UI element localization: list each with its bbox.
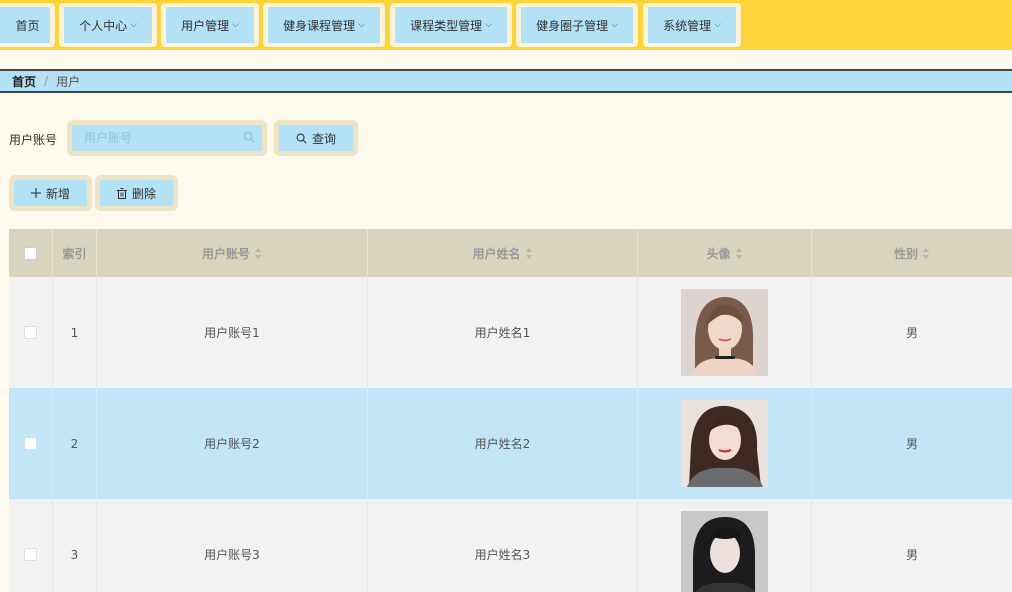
sort-icon[interactable] xyxy=(255,247,262,259)
column-header-label: 用户账号 xyxy=(201,246,250,261)
sort-icon[interactable] xyxy=(923,247,930,259)
nav-item-course-type-management[interactable]: 课程类型管理 ⌵ xyxy=(390,3,512,47)
row-checkbox[interactable] xyxy=(24,326,37,339)
row-checkbox[interactable] xyxy=(24,437,37,450)
column-header-label: 索引 xyxy=(62,246,87,261)
breadcrumb-separator: / xyxy=(44,74,49,88)
nav-label: 用户管理 xyxy=(181,18,230,33)
search-icon xyxy=(243,131,255,143)
name-cell: 用户姓名3 xyxy=(368,499,638,592)
index-cell: 3 xyxy=(53,499,97,592)
index-cell: 1 xyxy=(53,277,97,388)
sort-icon[interactable] xyxy=(525,247,533,259)
table-header: 索引 用户账号 用户姓名 头像 性别 xyxy=(9,229,1012,277)
column-header-label: 用户姓名 xyxy=(472,246,521,261)
select-cell xyxy=(9,277,53,388)
chevron-down-icon: ⌵ xyxy=(232,20,239,30)
chevron-down-icon: ⌵ xyxy=(358,20,365,30)
plus-icon xyxy=(30,188,41,198)
nav-item-personal-center[interactable]: 个人中心 ⌵ xyxy=(59,3,157,47)
table-row[interactable]: 1 用户账号1 用户姓名1 男 xyxy=(9,277,1012,388)
delete-button-wrap: 删除 xyxy=(95,175,178,211)
column-header-avatar[interactable]: 头像 xyxy=(638,229,812,277)
chevron-down-icon: ⌵ xyxy=(485,20,492,30)
index-cell: 2 xyxy=(53,388,97,499)
nav-item-course-management[interactable]: 健身课程管理 ⌵ xyxy=(263,3,385,47)
nav-item-user-management[interactable]: 用户管理 ⌵ xyxy=(161,3,259,47)
column-header-gender[interactable]: 性别 xyxy=(812,229,1012,277)
nav-label: 个人中心 xyxy=(79,18,128,33)
column-header-account[interactable]: 用户账号 xyxy=(97,229,368,277)
gender-cell: 男 xyxy=(905,437,918,451)
account-cell: 用户账号1 xyxy=(97,277,368,388)
search-field xyxy=(67,120,267,156)
avatar xyxy=(681,511,768,592)
query-button-label: 查询 xyxy=(311,131,336,146)
chevron-down-icon: ⌵ xyxy=(130,20,137,30)
nav-label: 系统管理 xyxy=(663,18,712,33)
sort-icon[interactable] xyxy=(735,247,743,259)
breadcrumb: 首页 / 用户 xyxy=(0,69,1012,93)
query-button[interactable]: 查询 xyxy=(279,125,353,151)
column-header-label: 性别 xyxy=(893,246,918,261)
header-select-all-cell xyxy=(9,229,53,277)
breadcrumb-current: 用户 xyxy=(56,74,81,89)
column-header-name[interactable]: 用户姓名 xyxy=(368,229,638,277)
avatar xyxy=(681,289,768,376)
select-all-checkbox[interactable] xyxy=(24,246,37,260)
trash-icon xyxy=(116,187,127,199)
name-cell: 用户姓名1 xyxy=(368,277,638,388)
name-cell: 用户姓名2 xyxy=(368,388,638,499)
query-button-wrap: 查询 xyxy=(274,120,358,156)
nav-label: 健身圈子管理 xyxy=(536,18,609,33)
nav-label: 课程类型管理 xyxy=(410,18,483,33)
top-navigation: 首页 个人中心 ⌵ 用户管理 ⌵ 健身课程管理 ⌵ 课程类型管理 ⌵ 健身圈子管理 ⌵ 系… xyxy=(0,0,1012,50)
add-button-label: 新增 xyxy=(45,186,70,201)
search-icon xyxy=(296,133,307,143)
chevron-down-icon: ⌵ xyxy=(611,20,618,30)
account-cell: 用户账号2 xyxy=(97,388,368,499)
delete-button-label: 删除 xyxy=(131,186,156,201)
gender-cell: 男 xyxy=(905,548,918,562)
breadcrumb-home[interactable]: 首页 xyxy=(12,73,36,90)
nav-item-system-management[interactable]: 系统管理 ⌵ xyxy=(643,3,741,47)
gender-cell: 男 xyxy=(905,326,918,340)
nav-label: 首页 xyxy=(15,18,40,33)
avatar-cell xyxy=(638,388,812,499)
row-checkbox[interactable] xyxy=(24,548,37,561)
nav-label: 健身课程管理 xyxy=(283,18,356,33)
search-input[interactable] xyxy=(72,125,262,151)
delete-button[interactable]: 删除 xyxy=(100,180,173,206)
column-header-label: 头像 xyxy=(706,246,731,261)
nav-item-circle-management[interactable]: 健身圈子管理 ⌵ xyxy=(516,3,638,47)
avatar xyxy=(681,400,768,487)
select-cell xyxy=(9,499,53,592)
chevron-down-icon: ⌵ xyxy=(714,20,721,30)
search-label: 用户账号 xyxy=(9,133,58,147)
table-row[interactable]: 2 用户账号2 用户姓名2 男 xyxy=(9,388,1012,499)
avatar-cell xyxy=(638,499,812,592)
column-header-index: 索引 xyxy=(53,229,97,277)
account-cell: 用户账号3 xyxy=(97,499,368,592)
table-row[interactable]: 3 用户账号3 用户姓名3 男 xyxy=(9,499,1012,592)
nav-item-home[interactable]: 首页 xyxy=(0,3,55,47)
add-button-wrap: 新增 xyxy=(9,175,92,211)
add-button[interactable]: 新增 xyxy=(14,180,87,206)
avatar-cell xyxy=(638,277,812,388)
select-cell xyxy=(9,388,53,499)
user-table: 索引 用户账号 用户姓名 头像 性别 1 用户账号1 用户姓名1 男 2 用户账 xyxy=(9,229,1012,592)
